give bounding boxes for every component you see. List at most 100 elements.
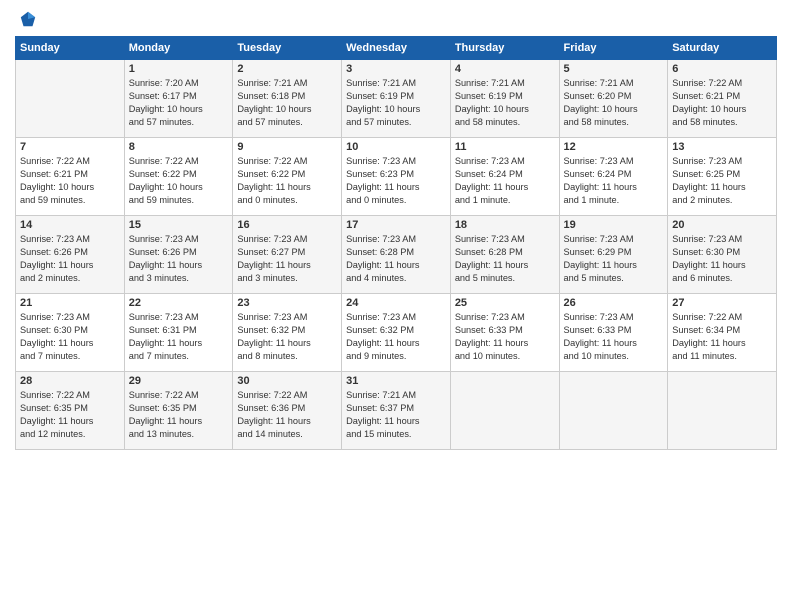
calendar-table: SundayMondayTuesdayWednesdayThursdayFrid…: [15, 36, 777, 450]
day-number: 20: [672, 219, 772, 231]
day-info: Sunrise: 7:23 AMSunset: 6:26 PMDaylight:…: [129, 233, 229, 285]
day-info: Sunrise: 7:21 AMSunset: 6:19 PMDaylight:…: [346, 77, 446, 129]
day-cell: 22 Sunrise: 7:23 AMSunset: 6:31 PMDayligh…: [124, 294, 233, 372]
day-number: 31: [346, 375, 446, 387]
day-number: 11: [455, 141, 555, 153]
day-cell: 11 Sunrise: 7:23 AMSunset: 6:24 PMDayligh…: [450, 138, 559, 216]
header-day-monday: Monday: [124, 37, 233, 60]
day-cell: 20 Sunrise: 7:23 AMSunset: 6:30 PMDayligh…: [668, 216, 777, 294]
day-cell: 26Sunrise: 7:23 AMSunset: 6:33 PMDayligh…: [559, 294, 668, 372]
day-cell: 17 Sunrise: 7:23 AMSunset: 6:28 PMDayligh…: [342, 216, 451, 294]
day-info: Sunrise: 7:22 AMSunset: 6:36 PMDaylight:…: [237, 389, 337, 441]
day-cell: 4 Sunrise: 7:21 AMSunset: 6:19 PMDaylight…: [450, 60, 559, 138]
day-cell: [668, 372, 777, 450]
day-cell: 30 Sunrise: 7:22 AMSunset: 6:36 PMDayligh…: [233, 372, 342, 450]
day-cell: 13Sunrise: 7:23 AMSunset: 6:25 PMDayligh…: [668, 138, 777, 216]
header-day-tuesday: Tuesday: [233, 37, 342, 60]
day-info: Sunrise: 7:22 AMSunset: 6:34 PMDaylight:…: [672, 311, 772, 363]
day-number: 21: [20, 297, 120, 309]
day-number: 15: [129, 219, 229, 231]
day-cell: 25Sunrise: 7:23 AMSunset: 6:33 PMDayligh…: [450, 294, 559, 372]
day-info: Sunrise: 7:23 AMSunset: 6:27 PMDaylight:…: [237, 233, 337, 285]
day-info: Sunrise: 7:23 AMSunset: 6:29 PMDaylight:…: [564, 233, 664, 285]
day-info: Sunrise: 7:23 AMSunset: 6:30 PMDaylight:…: [20, 311, 120, 363]
day-cell: 15 Sunrise: 7:23 AMSunset: 6:26 PMDayligh…: [124, 216, 233, 294]
day-info: Sunrise: 7:21 AMSunset: 6:37 PMDaylight:…: [346, 389, 446, 441]
day-info: Sunrise: 7:23 AMSunset: 6:26 PMDaylight:…: [20, 233, 120, 285]
day-number: 3: [346, 63, 446, 75]
week-row-5: 28 Sunrise: 7:22 AMSunset: 6:35 PMDayligh…: [16, 372, 777, 450]
day-info: Sunrise: 7:21 AMSunset: 6:19 PMDaylight:…: [455, 77, 555, 129]
day-info: Sunrise: 7:23 AMSunset: 6:31 PMDaylight:…: [129, 311, 229, 363]
day-cell: 19 Sunrise: 7:23 AMSunset: 6:29 PMDayligh…: [559, 216, 668, 294]
day-info: Sunrise: 7:23 AMSunset: 6:30 PMDaylight:…: [672, 233, 772, 285]
day-number: 16: [237, 219, 337, 231]
week-row-2: 7Sunrise: 7:22 AMSunset: 6:21 PMDaylight…: [16, 138, 777, 216]
day-number: 26: [564, 297, 664, 309]
day-number: 1: [129, 63, 229, 75]
day-cell: 12Sunrise: 7:23 AMSunset: 6:24 PMDayligh…: [559, 138, 668, 216]
day-number: 19: [564, 219, 664, 231]
day-number: 6: [672, 63, 772, 75]
day-cell: [16, 60, 125, 138]
day-info: Sunrise: 7:22 AMSunset: 6:21 PMDaylight:…: [672, 77, 772, 129]
day-cell: 6 Sunrise: 7:22 AMSunset: 6:21 PMDaylight…: [668, 60, 777, 138]
day-info: Sunrise: 7:22 AMSunset: 6:35 PMDaylight:…: [20, 389, 120, 441]
day-cell: 8 Sunrise: 7:22 AMSunset: 6:22 PMDaylight…: [124, 138, 233, 216]
day-cell: 5Sunrise: 7:21 AMSunset: 6:20 PMDaylight…: [559, 60, 668, 138]
day-number: 28: [20, 375, 120, 387]
day-info: Sunrise: 7:21 AMSunset: 6:20 PMDaylight:…: [564, 77, 664, 129]
day-number: 17: [346, 219, 446, 231]
day-cell: 27 Sunrise: 7:22 AMSunset: 6:34 PMDayligh…: [668, 294, 777, 372]
day-info: Sunrise: 7:21 AMSunset: 6:18 PMDaylight:…: [237, 77, 337, 129]
day-info: Sunrise: 7:23 AMSunset: 6:28 PMDaylight:…: [455, 233, 555, 285]
day-cell: 18 Sunrise: 7:23 AMSunset: 6:28 PMDayligh…: [450, 216, 559, 294]
day-number: 18: [455, 219, 555, 231]
day-number: 22: [129, 297, 229, 309]
day-cell: 31 Sunrise: 7:21 AMSunset: 6:37 PMDayligh…: [342, 372, 451, 450]
day-cell: 23 Sunrise: 7:23 AMSunset: 6:32 PMDayligh…: [233, 294, 342, 372]
day-number: 14: [20, 219, 120, 231]
day-info: Sunrise: 7:22 AMSunset: 6:21 PMDaylight:…: [20, 155, 120, 207]
day-cell: 28 Sunrise: 7:22 AMSunset: 6:35 PMDayligh…: [16, 372, 125, 450]
day-cell: 14 Sunrise: 7:23 AMSunset: 6:26 PMDayligh…: [16, 216, 125, 294]
day-info: Sunrise: 7:22 AMSunset: 6:22 PMDaylight:…: [129, 155, 229, 207]
week-row-3: 14 Sunrise: 7:23 AMSunset: 6:26 PMDayligh…: [16, 216, 777, 294]
day-number: 8: [129, 141, 229, 153]
day-number: 29: [129, 375, 229, 387]
header-row: SundayMondayTuesdayWednesdayThursdayFrid…: [16, 37, 777, 60]
logo-icon: [19, 10, 37, 28]
day-cell: [559, 372, 668, 450]
logo: [15, 10, 39, 28]
day-cell: 16 Sunrise: 7:23 AMSunset: 6:27 PMDayligh…: [233, 216, 342, 294]
day-cell: 1Sunrise: 7:20 AMSunset: 6:17 PMDaylight…: [124, 60, 233, 138]
day-cell: 7Sunrise: 7:22 AMSunset: 6:21 PMDaylight…: [16, 138, 125, 216]
day-cell: 21 Sunrise: 7:23 AMSunset: 6:30 PMDayligh…: [16, 294, 125, 372]
day-cell: 3 Sunrise: 7:21 AMSunset: 6:19 PMDaylight…: [342, 60, 451, 138]
day-number: 24: [346, 297, 446, 309]
header-day-wednesday: Wednesday: [342, 37, 451, 60]
day-number: 27: [672, 297, 772, 309]
day-cell: 9 Sunrise: 7:22 AMSunset: 6:22 PMDaylight…: [233, 138, 342, 216]
day-cell: 10Sunrise: 7:23 AMSunset: 6:23 PMDayligh…: [342, 138, 451, 216]
day-info: Sunrise: 7:23 AMSunset: 6:25 PMDaylight:…: [672, 155, 772, 207]
day-info: Sunrise: 7:23 AMSunset: 6:28 PMDaylight:…: [346, 233, 446, 285]
day-info: Sunrise: 7:23 AMSunset: 6:24 PMDaylight:…: [455, 155, 555, 207]
header-day-saturday: Saturday: [668, 37, 777, 60]
day-info: Sunrise: 7:23 AMSunset: 6:23 PMDaylight:…: [346, 155, 446, 207]
day-number: 30: [237, 375, 337, 387]
header: [15, 10, 777, 28]
header-day-friday: Friday: [559, 37, 668, 60]
day-cell: [450, 372, 559, 450]
day-info: Sunrise: 7:23 AMSunset: 6:32 PMDaylight:…: [346, 311, 446, 363]
day-cell: 2 Sunrise: 7:21 AMSunset: 6:18 PMDaylight…: [233, 60, 342, 138]
day-info: Sunrise: 7:23 AMSunset: 6:32 PMDaylight:…: [237, 311, 337, 363]
day-number: 23: [237, 297, 337, 309]
day-number: 4: [455, 63, 555, 75]
day-info: Sunrise: 7:22 AMSunset: 6:22 PMDaylight:…: [237, 155, 337, 207]
day-number: 12: [564, 141, 664, 153]
day-number: 2: [237, 63, 337, 75]
day-number: 25: [455, 297, 555, 309]
day-number: 9: [237, 141, 337, 153]
week-row-1: 1Sunrise: 7:20 AMSunset: 6:17 PMDaylight…: [16, 60, 777, 138]
